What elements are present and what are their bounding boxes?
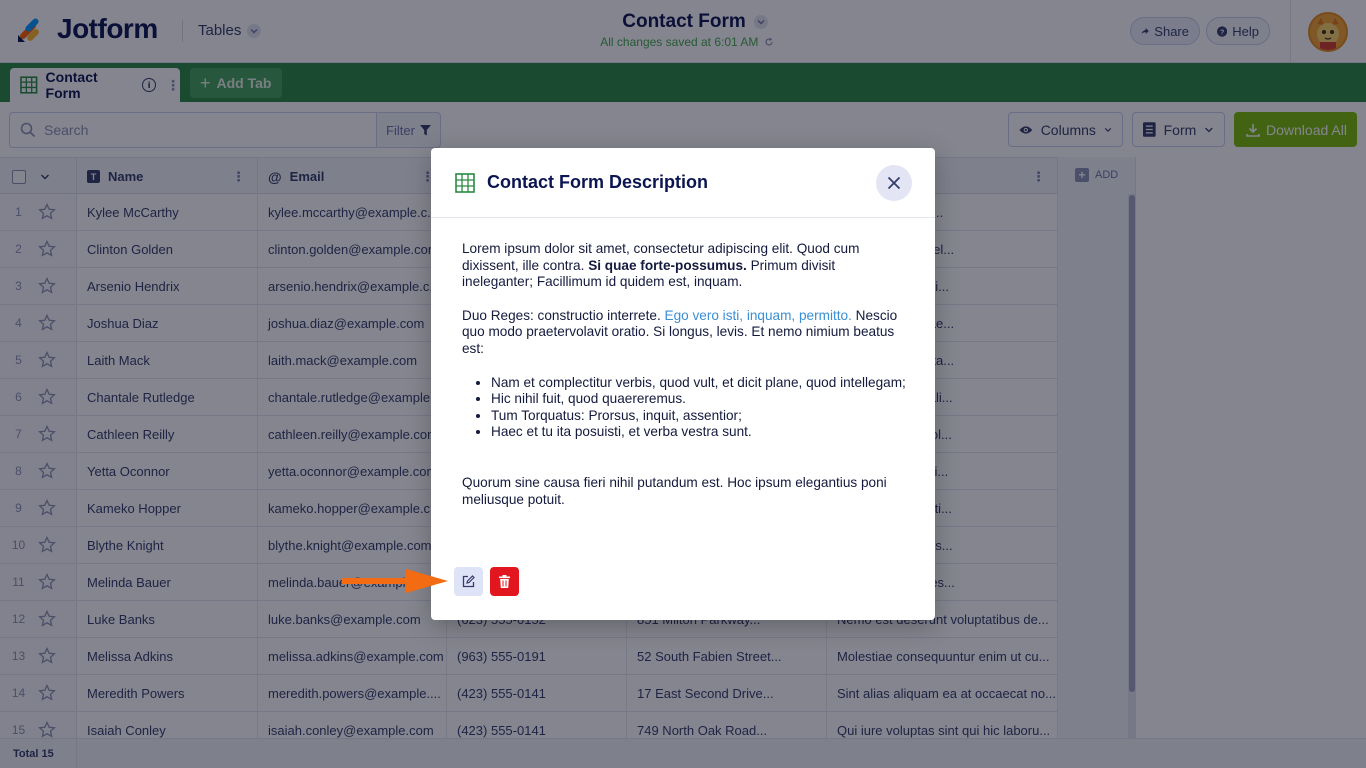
edit-button[interactable] (454, 567, 483, 596)
description-paragraph-1: Lorem ipsum dolor sit amet, consectetur … (462, 241, 908, 291)
list-item: Haec et tu ita posuisti, et verba vestra… (491, 424, 908, 441)
list-item: Hic nihil fuit, quod quaereremus. (491, 391, 908, 408)
modal-header: Contact Form Description (431, 148, 935, 218)
close-icon (887, 176, 901, 190)
modal-title: Contact Form Description (487, 172, 709, 192)
trash-icon (499, 575, 510, 588)
close-button[interactable] (876, 165, 912, 201)
description-list: Nam et complectitur verbis, quod vult, e… (491, 375, 908, 441)
description-paragraph-3: Quorum sine causa fieri nihil putandum e… (462, 474, 887, 507)
p2-text-a: Duo Reges: constructio interrete. (462, 307, 665, 323)
table-grid-icon (455, 173, 475, 193)
delete-button[interactable] (490, 567, 519, 596)
modal-description: Lorem ipsum dolor sit amet, consectetur … (462, 241, 908, 525)
list-item: Tum Torquatus: Prorsus, inquit, assentio… (491, 408, 908, 425)
pointer-arrow-icon (342, 569, 448, 593)
edit-icon (462, 575, 475, 588)
p1-bold-text: Si quae forte-possumus. (588, 257, 747, 273)
list-item: Nam et complectitur verbis, quod vult, e… (491, 375, 908, 392)
description-modal: Contact Form Description Lorem ipsum dol… (431, 148, 935, 620)
description-paragraph-2: Duo Reges: constructio interrete. Ego ve… (462, 308, 908, 358)
description-link[interactable]: Ego vero isti, inquam, permitto. (665, 308, 852, 323)
